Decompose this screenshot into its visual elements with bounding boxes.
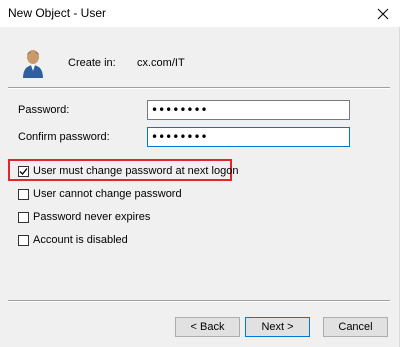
option-label: Account is disabled [33,234,128,246]
create-in-label: Create in: [68,57,116,69]
dialog-body: Create in: cx.com/IT Password: •••••••• … [0,27,400,347]
option-label: User must change password at next logon [33,165,239,177]
checkmark-icon [19,167,28,175]
title-bar: New Object - User [0,0,400,27]
checkbox[interactable] [18,211,29,223]
create-in-value: cx.com/IT [137,57,185,69]
option-label: User cannot change password [33,188,182,200]
confirm-password-field[interactable]: •••••••• [147,127,350,147]
password-label: Password: [18,104,70,116]
next-button[interactable]: Next > [245,317,310,337]
user-icon [23,50,43,78]
option-cannot-change-password[interactable]: User cannot change password [18,188,182,200]
confirm-password-label: Confirm password: [18,131,110,143]
divider-top [8,87,390,89]
window-title: New Object - User [8,6,107,20]
option-password-never-expires[interactable]: Password never expires [18,211,150,223]
option-account-disabled[interactable]: Account is disabled [18,234,128,246]
option-label: Password never expires [33,211,151,223]
divider-bottom [8,300,390,302]
checkbox[interactable] [18,234,29,246]
back-button[interactable]: < Back [175,317,240,337]
option-must-change-password[interactable]: User must change password at next logon [18,165,238,177]
checkbox[interactable] [18,188,29,200]
password-field[interactable]: •••••••• [147,100,350,120]
close-button[interactable] [366,0,400,27]
close-icon [377,8,389,19]
cancel-button[interactable]: Cancel [323,317,388,337]
checkbox-checked[interactable] [18,165,29,177]
